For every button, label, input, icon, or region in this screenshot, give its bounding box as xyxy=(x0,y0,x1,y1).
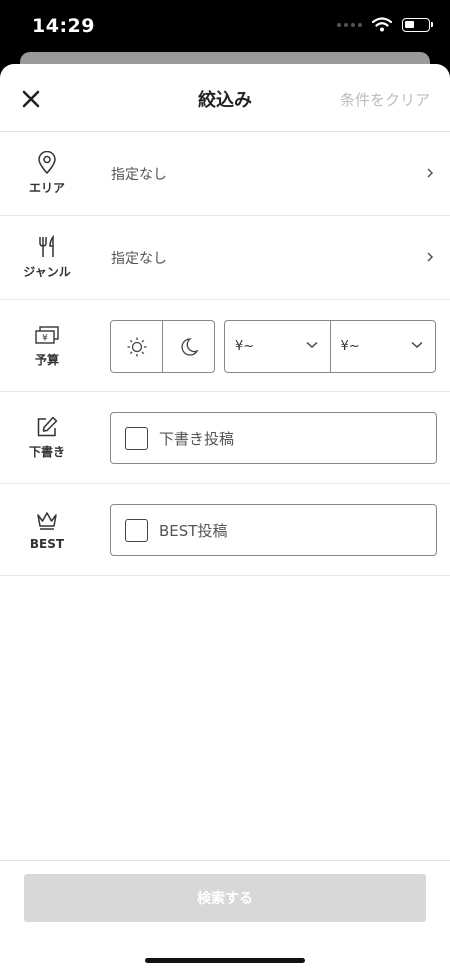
sun-icon xyxy=(127,337,146,356)
draft-label: 下書き xyxy=(28,445,65,459)
draft-checkbox-field[interactable]: 下書き投稿 xyxy=(110,412,437,464)
dinner-option[interactable] xyxy=(162,321,214,372)
sheet-header: 絞込み 条件をクリア xyxy=(0,64,450,132)
area-icon-column: エリア xyxy=(0,132,94,215)
pencil-icon xyxy=(35,415,59,439)
best-label: BEST xyxy=(29,536,65,551)
cellular-signal-icon xyxy=(337,22,362,27)
wifi-icon xyxy=(372,17,392,32)
chevron-down-icon xyxy=(411,341,423,349)
filter-row-best: BEST BEST投稿 xyxy=(0,484,450,576)
filter-row-draft: 下書き 下書き投稿 xyxy=(0,392,450,484)
status-time: 14:29 xyxy=(32,15,95,37)
battery-level xyxy=(405,20,415,28)
chevron-down-icon xyxy=(305,341,318,349)
home-indicator xyxy=(145,958,305,963)
min-price-value: ¥~ xyxy=(235,339,255,354)
moon-icon xyxy=(180,337,199,356)
svg-text:¥: ¥ xyxy=(42,334,48,344)
crown-icon xyxy=(35,509,59,533)
draft-checkbox[interactable] xyxy=(125,426,148,450)
max-price-select[interactable]: ¥~ xyxy=(329,321,436,372)
filter-sheet: 絞込み 条件をクリア エリア 指定なし ジャンル 指定なし ¥ 予算 ¥~ ¥~… xyxy=(0,64,450,974)
time-of-day-selector xyxy=(110,320,215,373)
fork-knife-icon xyxy=(35,235,59,259)
status-bar: 14:29 xyxy=(0,0,450,56)
max-price-value: ¥~ xyxy=(340,339,360,354)
price-range-selector: ¥~ ¥~ xyxy=(224,320,436,373)
chevron-right-icon xyxy=(427,252,434,262)
clear-conditions-button[interactable]: 条件をクリア xyxy=(340,89,430,110)
lunch-option[interactable] xyxy=(111,321,162,372)
best-icon-column: BEST xyxy=(0,484,94,575)
filter-row-genre[interactable]: ジャンル 指定なし xyxy=(0,216,450,300)
genre-icon-column: ジャンル xyxy=(0,216,94,299)
budget-label: 予算 xyxy=(34,353,59,367)
chevron-right-icon xyxy=(427,168,434,178)
genre-label: ジャンル xyxy=(23,265,71,279)
min-price-select[interactable]: ¥~ xyxy=(225,321,330,372)
area-value: 指定なし xyxy=(111,167,167,183)
filter-row-budget: ¥ 予算 ¥~ ¥~ xyxy=(0,300,450,392)
area-label: エリア xyxy=(28,181,65,195)
map-pin-icon xyxy=(35,151,59,175)
draft-icon-column: 下書き xyxy=(0,392,94,483)
best-checkbox[interactable] xyxy=(125,518,148,542)
filter-row-area[interactable]: エリア 指定なし xyxy=(0,132,450,216)
genre-value: 指定なし xyxy=(111,251,167,267)
best-checkbox-field[interactable]: BEST投稿 xyxy=(110,504,437,556)
best-checkbox-label: BEST投稿 xyxy=(159,521,228,540)
battery-icon xyxy=(402,17,433,32)
money-icon: ¥ xyxy=(35,323,59,347)
draft-checkbox-label: 下書き投稿 xyxy=(159,429,235,448)
search-button[interactable]: 検索する xyxy=(24,874,426,922)
status-icons xyxy=(337,17,433,32)
budget-icon-column: ¥ 予算 xyxy=(0,300,94,391)
footer-divider xyxy=(0,860,450,861)
